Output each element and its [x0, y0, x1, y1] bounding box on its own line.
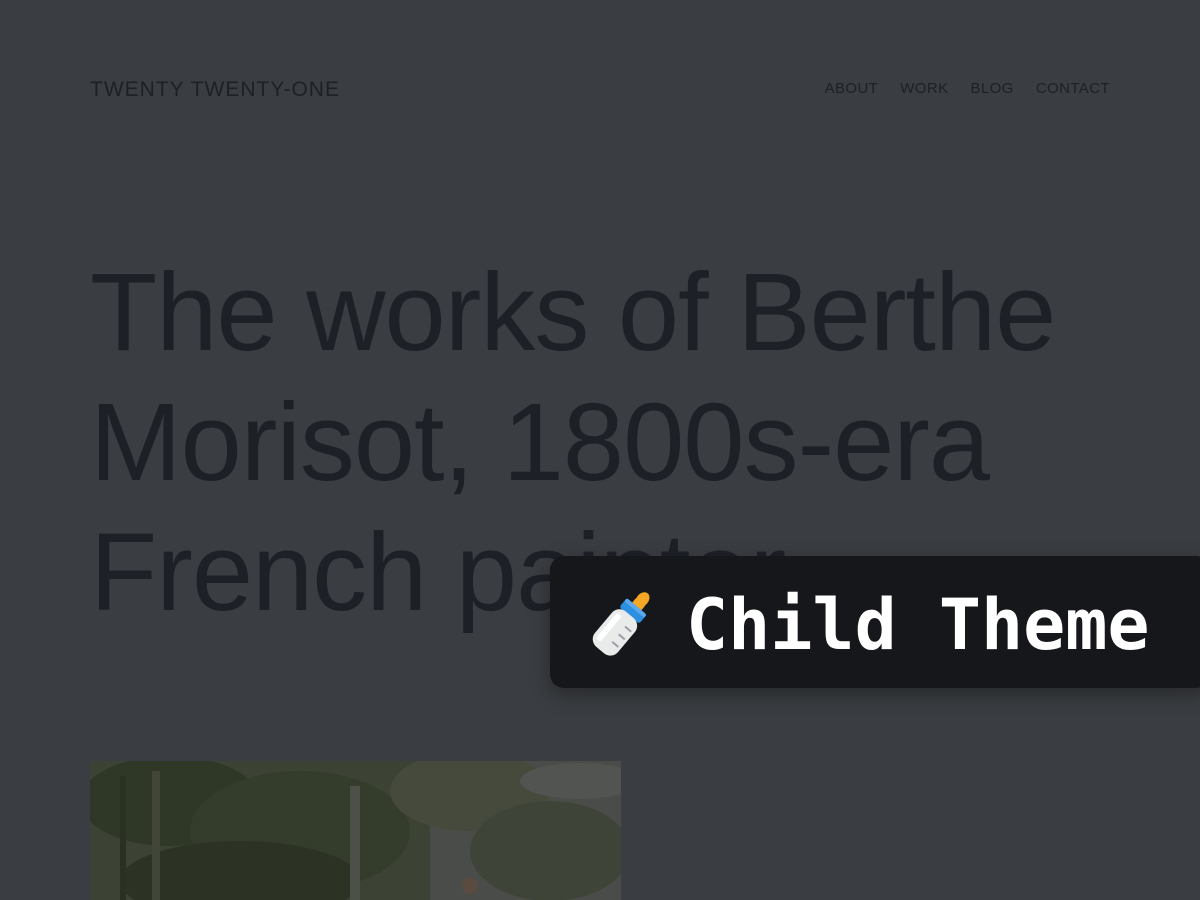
painting-artwork: [90, 761, 621, 900]
featured-painting-image: [90, 761, 621, 900]
nav-item-blog[interactable]: BLOG: [971, 80, 1014, 97]
badge-label: Child Theme: [686, 584, 1150, 666]
nav-item-contact[interactable]: CONTACT: [1036, 80, 1110, 97]
nav-item-work[interactable]: WORK: [900, 80, 948, 97]
baby-bottle-icon: [582, 584, 662, 664]
child-theme-badge: Child Theme: [550, 556, 1200, 688]
nav-item-about[interactable]: ABOUT: [825, 80, 879, 97]
site-title[interactable]: TWENTY TWENTY-ONE: [90, 78, 340, 102]
primary-nav: ABOUT WORK BLOG CONTACT: [825, 80, 1110, 97]
site-header: TWENTY TWENTY-ONE ABOUT WORK BLOG CONTAC…: [0, 0, 1200, 180]
